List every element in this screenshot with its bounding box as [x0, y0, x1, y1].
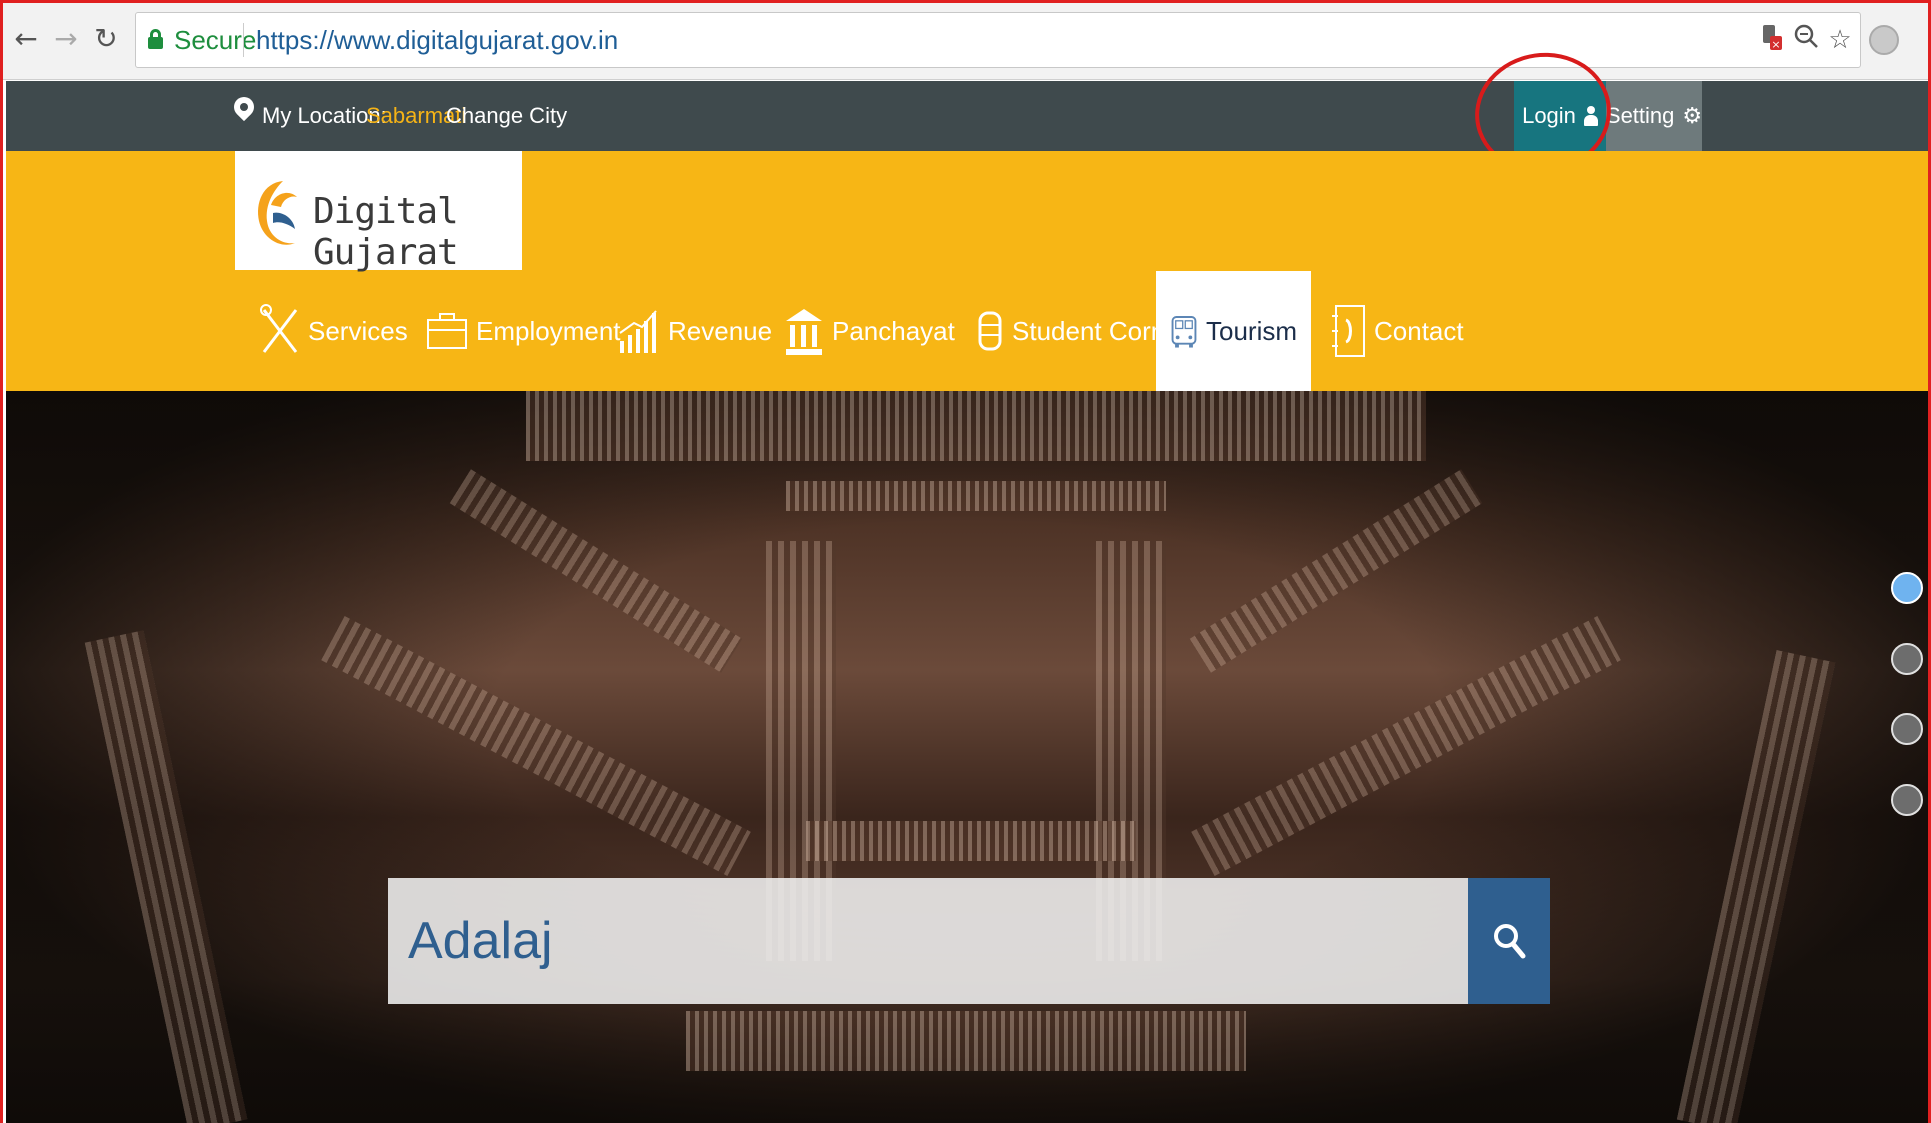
- hero-stone-band: [526, 391, 1426, 461]
- menu-label-employment: Employment: [476, 315, 621, 346]
- hero-pillar: [84, 630, 248, 1123]
- site-logo[interactable]: Digital Gujarat: [235, 151, 522, 273]
- menu-label-tourism: Tourism: [1205, 315, 1297, 346]
- setting-button[interactable]: Setting ⚙: [1606, 81, 1702, 151]
- hero-pillar: [1676, 650, 1836, 1123]
- menu-item-employment[interactable]: Employment: [426, 271, 621, 391]
- logo-text: Digital Gujarat: [313, 191, 459, 273]
- menu-item-tourism[interactable]: Tourism: [1156, 271, 1311, 391]
- hero-beam: [321, 615, 751, 877]
- search-button[interactable]: [1468, 878, 1550, 1004]
- menu-label-panchayat: Panchayat: [832, 315, 955, 346]
- slider-dot-1[interactable]: [1891, 572, 1923, 604]
- briefcase-icon: [427, 313, 467, 349]
- menu-item-panchayat[interactable]: Panchayat: [784, 271, 955, 391]
- contact-book-icon: [1332, 305, 1365, 357]
- search-icon: [1494, 924, 1526, 959]
- menu-label-services: Services: [308, 315, 408, 346]
- back-arrow-icon[interactable]: ←: [11, 21, 41, 57]
- svg-text:×: ×: [1771, 38, 1780, 51]
- hero-beam: [449, 469, 743, 673]
- menu-item-services[interactable]: Services: [260, 271, 408, 391]
- browser-window: ← → ↻ Secure https://www.digitalgujarat.…: [0, 0, 1931, 1123]
- browser-toolbar: ← → ↻ Secure https://www.digitalgujarat.…: [3, 3, 1928, 80]
- bus-icon: [1171, 316, 1197, 348]
- zoom-icon[interactable]: [1790, 23, 1822, 57]
- search-input[interactable]: [388, 878, 1468, 1004]
- extension-icon[interactable]: [1869, 25, 1899, 55]
- address-divider: [243, 23, 244, 57]
- forward-arrow-icon[interactable]: →: [51, 21, 81, 57]
- bookmark-star-icon[interactable]: ☆: [1824, 23, 1856, 57]
- student-icon: [978, 311, 1002, 351]
- secure-label: Secure: [174, 25, 257, 55]
- url-text[interactable]: https://www.digitalgujarat.gov.in: [256, 25, 618, 56]
- hero-banner: [6, 391, 1928, 1123]
- menu-item-contact[interactable]: Contact: [1332, 271, 1464, 391]
- menu-item-revenue[interactable]: Revenue: [618, 271, 772, 391]
- hero-search: [388, 878, 1550, 1004]
- building-icon: [786, 309, 822, 355]
- hero-beam: [1191, 615, 1621, 877]
- lock-icon: [148, 29, 163, 49]
- change-city-link[interactable]: Change City: [446, 103, 567, 129]
- site-header: Digital Gujarat Services Employment Reve…: [6, 151, 1928, 391]
- setting-label: Setting: [1605, 103, 1675, 128]
- reload-icon[interactable]: ↻: [91, 21, 121, 57]
- hero-stone-band: [786, 481, 1166, 511]
- logo-mark-icon: [258, 181, 297, 245]
- location-pin-icon: [229, 92, 259, 127]
- menu-label-revenue: Revenue: [668, 315, 773, 346]
- hero-stone-band: [806, 821, 1136, 861]
- top-info-bar: My Location: Sabarmati Change City Login…: [6, 81, 1928, 151]
- tools-icon: [260, 304, 298, 353]
- blocked-popup-icon[interactable]: ×: [1756, 23, 1788, 57]
- slider-dot-2[interactable]: [1891, 643, 1923, 675]
- hero-beam: [1189, 469, 1483, 673]
- slider-dot-4[interactable]: [1891, 784, 1923, 816]
- menu-label-contact: Contact: [1374, 315, 1464, 346]
- bar-chart-icon: [619, 310, 657, 353]
- address-bar[interactable]: Secure https://www.digitalgujarat.gov.in…: [135, 12, 1861, 68]
- gear-icon: ⚙: [1682, 103, 1703, 129]
- slider-dot-3[interactable]: [1891, 713, 1923, 745]
- hero-stone-band: [686, 1011, 1246, 1071]
